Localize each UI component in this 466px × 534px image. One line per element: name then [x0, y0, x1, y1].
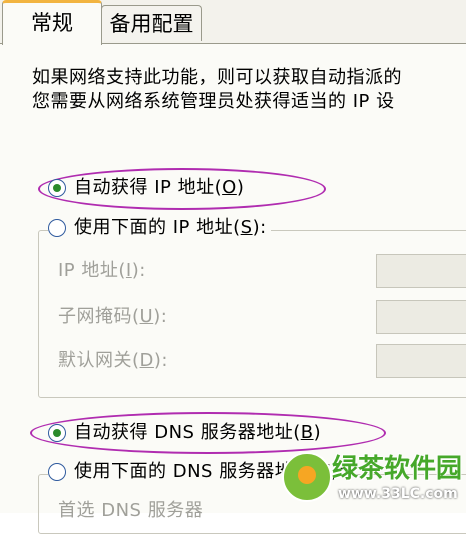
- default-gateway-label: 默认网关(D):: [58, 350, 168, 371]
- tab-general[interactable]: 常规: [2, 0, 102, 45]
- radio-auto-ip-indicator[interactable]: [48, 179, 66, 197]
- description-text: 如果网络支持此功能，则可以获取自动指派的 您需要从网络系统管理员处获得适当的 I…: [32, 66, 402, 114]
- watermark-url: www.33LC.com: [338, 486, 458, 502]
- radio-auto-dns[interactable]: 自动获得 DNS 服务器地址(B): [48, 419, 321, 447]
- radio-manual-ip[interactable]: 使用下面的 IP 地址(S):: [48, 214, 271, 242]
- radio-auto-ip[interactable]: 自动获得 IP 地址(O): [48, 174, 244, 202]
- watermark-title: 绿茶软件园: [332, 454, 463, 484]
- default-gateway-field[interactable]: [376, 344, 466, 378]
- tab-strip: 常规 备用配置: [0, 0, 466, 45]
- radio-auto-dns-label: 自动获得 DNS 服务器地址(B): [74, 422, 322, 443]
- radio-manual-ip-label: 使用下面的 IP 地址(S):: [74, 217, 267, 238]
- description-line-2: 您需要从网络系统管理员处获得适当的 IP 设: [32, 91, 395, 112]
- description-line-1: 如果网络支持此功能，则可以获取自动指派的: [32, 67, 402, 88]
- tab-page-general: 如果网络支持此功能，则可以获取自动指派的 您需要从网络系统管理员处获得适当的 I…: [0, 43, 466, 534]
- ip-address-label: IP 地址(I):: [58, 260, 146, 281]
- radio-manual-ip-indicator[interactable]: [48, 219, 66, 237]
- radio-auto-dns-indicator[interactable]: [48, 424, 66, 442]
- radio-auto-ip-label: 自动获得 IP 地址(O): [74, 177, 245, 198]
- radio-manual-dns-indicator[interactable]: [48, 463, 66, 481]
- watermark: 绿茶软件园 www.33LC.com: [282, 446, 466, 508]
- watermark-logo-icon: [282, 452, 332, 502]
- subnet-mask-field[interactable]: [376, 300, 466, 334]
- preferred-dns-label: 首选 DNS 服务器: [58, 500, 204, 521]
- tab-alternate-config[interactable]: 备用配置: [101, 5, 202, 41]
- ip-address-field[interactable]: [376, 254, 466, 288]
- subnet-mask-label: 子网掩码(U):: [58, 306, 168, 327]
